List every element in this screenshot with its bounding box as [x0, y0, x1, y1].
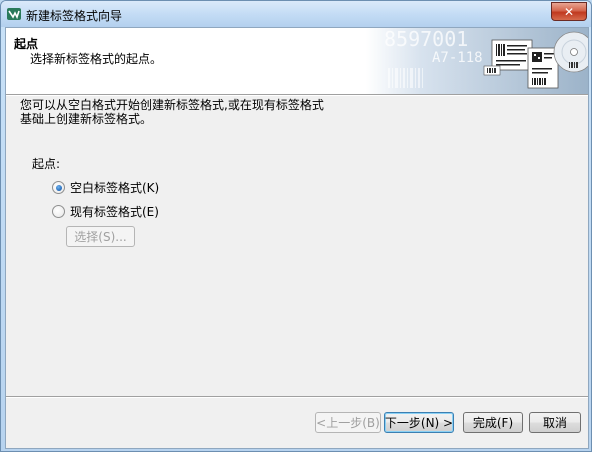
- close-icon: ✕: [563, 4, 575, 19]
- radio-existing-format[interactable]: 现有标签格式(E): [52, 203, 159, 220]
- radio-blank-format[interactable]: 空白标签格式(K): [52, 179, 159, 196]
- banner-code-1: 8597001: [384, 28, 468, 51]
- window-title: 新建标签格式向导: [26, 9, 123, 23]
- radio-blank-format-label: 空白标签格式(K): [70, 181, 160, 195]
- header-divider-highlight: [6, 95, 588, 96]
- close-button[interactable]: ✕: [551, 2, 587, 21]
- starting-point-label: 起点:: [32, 157, 61, 171]
- footer-divider-highlight: [6, 397, 588, 398]
- title-bar[interactable]: 新建标签格式向导 ✕: [1, 1, 591, 27]
- cancel-button[interactable]: 取消: [529, 412, 581, 433]
- banner-code-2: A7-118: [432, 50, 483, 66]
- page-subtitle: 选择新标签格式的起点。: [30, 52, 163, 66]
- wizard-window: 新建标签格式向导 ✕ 起点 选择新标签格式的起点。 8597001 A7-118: [0, 0, 592, 452]
- finish-button[interactable]: 完成(F): [463, 412, 523, 433]
- wizard-content: 起点 选择新标签格式的起点。 8597001 A7-118 您可以从空白格式开始…: [5, 27, 589, 449]
- label-wizard-icon: [7, 8, 21, 20]
- header-banner-image: 8597001 A7-118: [366, 28, 588, 94]
- radio-unchecked-icon[interactable]: [52, 205, 65, 218]
- intro-text: 您可以从空白格式开始创建新标签格式,或在现有标签格式 基础上创建新标签格式。: [20, 98, 324, 126]
- select-button[interactable]: 选择(S)...: [66, 226, 135, 247]
- wizard-header: 起点 选择新标签格式的起点。 8597001 A7-118: [6, 28, 588, 94]
- radio-existing-format-label: 现有标签格式(E): [70, 205, 159, 219]
- back-button[interactable]: <上一步(B): [315, 412, 381, 433]
- radio-checked-icon[interactable]: [52, 181, 65, 194]
- next-button[interactable]: 下一步(N) >: [384, 412, 454, 433]
